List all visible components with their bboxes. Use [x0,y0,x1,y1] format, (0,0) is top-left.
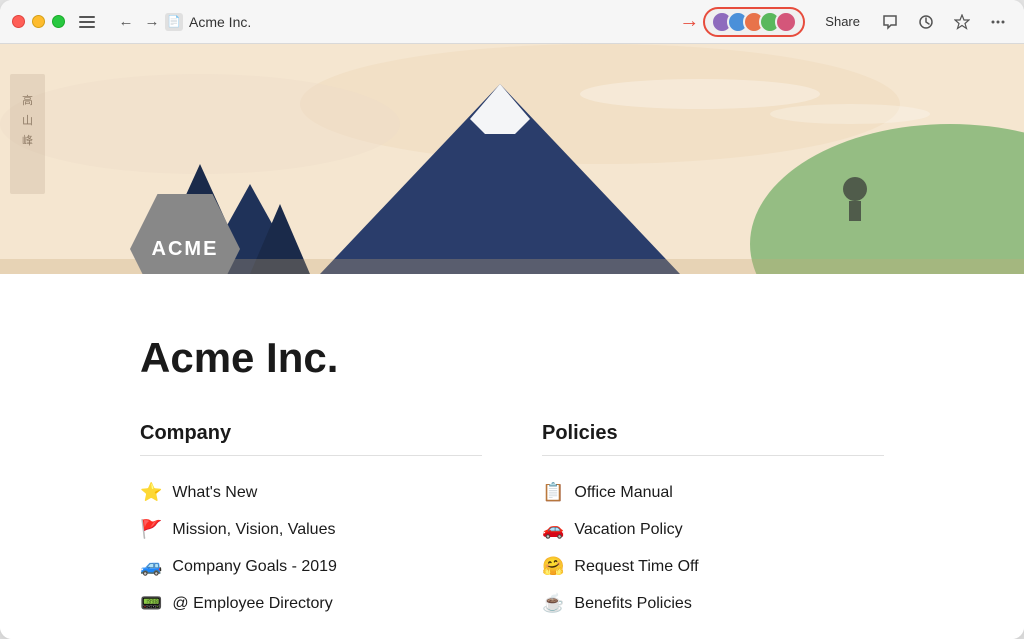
item-label: What's New [172,484,257,502]
hero-banner: 高 山 峰 ACME [0,44,1024,274]
item-label: Company Goals - 2019 [172,558,337,576]
minimize-button[interactable] [32,15,45,28]
avatar-5 [775,11,797,33]
more-options-button[interactable] [984,8,1012,36]
svg-text:峰: 峰 [22,134,33,147]
policies-section-title: Policies [542,422,884,456]
share-button[interactable]: Share [817,10,868,33]
list-item[interactable]: ☕ Benefits Policies [542,585,884,622]
titlebar: ← → 📄 Acme Inc. → Share [0,0,1024,44]
policies-items-list: 📋 Office Manual 🚗 Vacation Policy 🤗 Requ… [542,474,884,622]
item-label: Benefits Policies [574,595,691,613]
item-label: Mission, Vision, Values [172,521,335,539]
list-item[interactable]: 🚙 Company Goals - 2019 [140,548,482,585]
list-item[interactable]: 📟 @ Employee Directory [140,585,482,622]
avatar-stack [711,11,797,33]
comment-button[interactable] [876,8,904,36]
item-label: Vacation Policy [574,521,682,539]
acme-logo-text: ACME [152,238,219,261]
collaborators-avatars[interactable] [703,7,805,37]
company-items-list: ⭐ What's New 🚩 Mission, Vision, Values 🚙… [140,474,482,622]
history-button[interactable] [912,8,940,36]
document-title: Acme Inc. [140,334,884,382]
item-label: Office Manual [574,484,672,502]
item-label: Request Time Off [574,558,698,576]
list-item[interactable]: 🚗 Vacation Policy [542,511,884,548]
list-item[interactable]: 📋 Office Manual [542,474,884,511]
sections-grid: Company ⭐ What's New 🚩 Mission, Vision, … [140,422,884,622]
hug-emoji: 🤗 [542,556,564,577]
back-button[interactable]: ← [113,9,139,35]
arrow-indicator: → [679,10,699,33]
clipboard-emoji: 📋 [542,482,564,503]
car-emoji: 🚙 [140,556,162,577]
star-emoji: ⭐ [140,482,162,503]
page-title-bar: Acme Inc. [189,14,679,30]
company-section: Company ⭐ What's New 🚩 Mission, Vision, … [140,422,482,622]
page-favicon: 📄 [165,13,183,31]
svg-text:高: 高 [22,93,33,107]
page-body: Acme Inc. Company ⭐ What's New 🚩 Mission… [0,274,1024,639]
car2-emoji: 🚗 [542,519,564,540]
flag-emoji: 🚩 [140,519,162,540]
list-item[interactable]: 🚩 Mission, Vision, Values [140,511,482,548]
titlebar-actions: → Share [679,7,1012,37]
maximize-button[interactable] [52,15,65,28]
svg-text:山: 山 [22,114,33,127]
close-button[interactable] [12,15,25,28]
traffic-lights [12,15,65,28]
list-item[interactable]: 🤗 Request Time Off [542,548,884,585]
app-window: ← → 📄 Acme Inc. → Share [0,0,1024,639]
page-content-area: 高 山 峰 ACME Acme Inc. Company ⭐ What's [0,44,1024,639]
coffee-emoji: ☕ [542,593,564,614]
company-section-title: Company [140,422,482,456]
list-item[interactable]: ⭐ What's New [140,474,482,511]
policies-section: Policies 📋 Office Manual 🚗 Vacation Poli… [542,422,884,622]
star-button[interactable] [948,8,976,36]
forward-button[interactable]: → [139,9,165,35]
phone-emoji: 📟 [140,593,162,614]
sidebar-toggle-button[interactable] [79,9,105,35]
item-label: @ Employee Directory [172,595,332,613]
